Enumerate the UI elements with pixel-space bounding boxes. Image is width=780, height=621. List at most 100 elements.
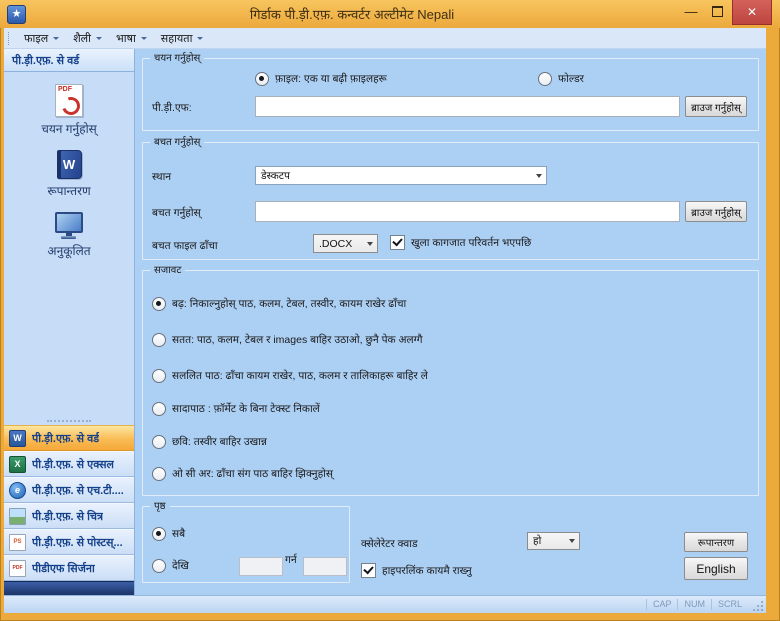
format-value: .DOCX bbox=[319, 237, 353, 250]
sidebar-item-create-pdf[interactable]: PDF पीडीएफ सिर्जना bbox=[4, 555, 134, 581]
hyperlink-label: हाइपरलिंक कायमै राख्नु bbox=[382, 564, 472, 577]
save-path-label: बचत गर्नुहोस् bbox=[152, 207, 201, 219]
minimize-button[interactable]: — bbox=[678, 0, 704, 22]
select-group: चयन गर्नुहोस् फ़ाइल: एक या बढ़ी फ़ाइलहरू… bbox=[142, 52, 759, 131]
format-select[interactable]: .DOCX bbox=[313, 234, 378, 253]
sidebar-action-select[interactable]: PDF चयन गर्नुहोस् bbox=[41, 84, 97, 137]
sidebar-item-pdf-to-html[interactable]: e पी.ड़ी.एफ़. से एच.टी.... bbox=[4, 477, 134, 503]
browse-pdf-button[interactable]: ब्राउज गर्नुहोस् bbox=[685, 96, 747, 117]
location-label: स्थान bbox=[152, 171, 172, 183]
pages-from-label: देखि bbox=[172, 560, 189, 572]
layout-group-label: सजावट bbox=[150, 264, 186, 277]
page-to-input[interactable] bbox=[303, 557, 347, 576]
scroll-lock-indicator: SCRL bbox=[710, 599, 748, 610]
layout-option-label: सललित पाठ: ढाँचा कायम राखेर, पाठ, कलम र … bbox=[172, 370, 428, 382]
sidebar-footer-bar bbox=[4, 581, 134, 595]
sidebar-action-customize[interactable]: अनुकूलित bbox=[47, 212, 91, 259]
chevron-down-icon bbox=[140, 36, 147, 40]
layout-option-label: बढ़: निकाल्नुहोस् पाठ, कलम, टेबल, तस्वीर… bbox=[172, 298, 407, 310]
nav-item-label: पी.ड़ी.एफ़. से वर्ड bbox=[32, 432, 100, 445]
layout-option-flowing[interactable]: बढ़: निकाल्नुहोस् पाठ, कलम, टेबल, तस्वीर… bbox=[152, 297, 406, 311]
sidebar-action-label: चयन गर्नुहोस् bbox=[41, 122, 97, 136]
location-value: डेस्कटप bbox=[261, 169, 291, 182]
browse-save-button[interactable]: ब्राउज गर्नुहोस् bbox=[685, 201, 747, 222]
layout-option-images[interactable]: छवि: तस्वीर बाहिर उखान्न bbox=[152, 435, 267, 449]
titlebar: ★ गिर्डाक पी.ड़ी.एफ़. कन्वर्टर अल्टीमेट … bbox=[0, 0, 780, 28]
english-button[interactable]: English bbox=[684, 557, 748, 580]
menu-language[interactable]: भाषा bbox=[109, 28, 154, 48]
layout-option-ocr[interactable]: ओ सी अर: ढाँचा संग पाठ बाहिर झिक्नुहोस् bbox=[152, 467, 333, 481]
nav-item-label: पी.ड़ी.एफ़. से चित्र bbox=[32, 510, 104, 523]
layout-option-continuous[interactable]: सतत: पाठ, कलम, टेबल र images बाहिर उठाओ,… bbox=[152, 333, 423, 347]
accelerator-select[interactable]: हो bbox=[527, 532, 580, 550]
excel-icon: X bbox=[9, 455, 26, 473]
maximize-button[interactable] bbox=[704, 0, 730, 22]
nav-item-label: पी.ड़ी.एफ़. से एक्सल bbox=[32, 458, 115, 471]
radio-file-label: फ़ाइल: एक या बढ़ी फ़ाइलहरू bbox=[275, 73, 387, 85]
menu-file-label: फाइल bbox=[24, 32, 49, 45]
select-group-label: चयन गर्नुहोस् bbox=[150, 52, 205, 65]
layout-option-formatted[interactable]: सललित पाठ: ढाँचा कायम राखेर, पाठ, कलम र … bbox=[152, 369, 428, 383]
radio-folder[interactable]: फोल्डर bbox=[538, 72, 584, 86]
sidebar-item-pdf-to-excel[interactable]: X पी.ड़ी.एफ़. से एक्सल bbox=[4, 451, 134, 477]
menu-style[interactable]: शैली bbox=[66, 28, 109, 48]
image-icon bbox=[9, 507, 26, 525]
radio-icon bbox=[152, 333, 166, 347]
radio-icon bbox=[152, 467, 166, 481]
nav-item-label: पीडीएफ सिर्जना bbox=[32, 562, 95, 575]
layout-option-plaintext[interactable]: सादापाठ : फ़ॉर्मेट के बिना टेक्स्ट निकाल… bbox=[152, 402, 320, 416]
layout-option-label: सादापाठ : फ़ॉर्मेट के बिना टेक्स्ट निकाल… bbox=[172, 403, 320, 415]
sidebar-item-pdf-to-image[interactable]: पी.ड़ी.एफ़. से चित्र bbox=[4, 503, 134, 529]
save-path-input[interactable] bbox=[255, 201, 680, 222]
main-panel: चयन गर्नुहोस् फ़ाइल: एक या बढ़ी फ़ाइलहरू… bbox=[135, 49, 766, 595]
menu-language-label: भाषा bbox=[116, 32, 136, 45]
radio-icon bbox=[152, 559, 166, 573]
open-after-checkbox[interactable]: खुला कागजात परिवर्तन भएपछि bbox=[390, 235, 531, 250]
combo-arrow-icon bbox=[564, 533, 579, 549]
pdf-field-label: पी.ड़ी.एफ: bbox=[152, 102, 192, 114]
resize-grip[interactable] bbox=[751, 599, 764, 612]
pages-all-radio[interactable]: सबै bbox=[152, 527, 185, 541]
menu-help[interactable]: सहायता bbox=[154, 28, 211, 48]
open-after-label: खुला कागजात परिवर्तन भएपछि bbox=[411, 236, 532, 249]
word-book-icon: W bbox=[56, 150, 82, 179]
radio-file[interactable]: फ़ाइल: एक या बढ़ी फ़ाइलहरू bbox=[255, 72, 387, 86]
combo-arrow-icon bbox=[531, 167, 546, 184]
sidebar-splitter[interactable] bbox=[4, 417, 134, 425]
location-select[interactable]: डेस्कटप bbox=[255, 166, 547, 185]
sidebar-actions: PDF चयन गर्नुहोस् W रूपान्तरण अनुकूलित bbox=[4, 72, 134, 417]
accelerator-label: क्सेलेरेटर क्वाड bbox=[361, 538, 418, 550]
sidebar-action-convert[interactable]: W रूपान्तरण bbox=[47, 150, 91, 199]
layout-group: सजावट बढ़: निकाल्नुहोस् पाठ, कलम, टेबल, … bbox=[142, 264, 759, 496]
accelerator-value: हो bbox=[533, 535, 542, 547]
radio-icon bbox=[152, 297, 166, 311]
page-group-label: पृष्ठ bbox=[150, 500, 170, 513]
maximize-icon bbox=[711, 5, 723, 17]
save-group-label: बचत गर्नुहोस् bbox=[150, 136, 205, 149]
word-icon: W bbox=[9, 429, 26, 447]
sidebar-item-pdf-to-postscript[interactable]: PS पी.ड़ी.एफ़. से पोस्टस्... bbox=[4, 529, 134, 555]
menu-file[interactable]: फाइल bbox=[17, 28, 66, 48]
pages-all-label: सबै bbox=[172, 528, 186, 540]
pdf-path-input[interactable] bbox=[255, 96, 680, 117]
menubar: फाइल शैली भाषा सहायता bbox=[4, 28, 766, 49]
menu-help-label: सहायता bbox=[160, 32, 193, 45]
chevron-down-icon bbox=[197, 36, 204, 40]
app-logo-icon: ★ bbox=[7, 4, 26, 24]
convert-button[interactable]: रूपान्तरण bbox=[684, 532, 748, 552]
pages-from-radio[interactable]: देखि bbox=[152, 559, 189, 573]
checkbox-icon bbox=[361, 563, 376, 578]
radio-icon bbox=[255, 72, 269, 86]
layout-option-label: सतत: पाठ, कलम, टेबल र images बाहिर उठाओ,… bbox=[172, 334, 423, 346]
sidebar-action-label: रूपान्तरण bbox=[47, 184, 91, 198]
menu-style-label: शैली bbox=[73, 32, 91, 45]
page-from-input[interactable] bbox=[239, 557, 283, 576]
computer-icon bbox=[54, 212, 83, 239]
menubar-grip bbox=[8, 31, 12, 45]
sidebar-item-pdf-to-word[interactable]: W पी.ड़ी.एफ़. से वर्ड bbox=[4, 425, 134, 451]
layout-option-label: ओ सी अर: ढाँचा संग पाठ बाहिर झिक्नुहोस् bbox=[172, 468, 333, 480]
chevron-down-icon bbox=[96, 36, 102, 40]
statusbar: CAP NUM SCRL bbox=[4, 595, 766, 613]
hyperlink-checkbox[interactable]: हाइपरलिंक कायमै राख्नु bbox=[361, 563, 472, 578]
close-button[interactable]: ✕ bbox=[732, 0, 772, 25]
